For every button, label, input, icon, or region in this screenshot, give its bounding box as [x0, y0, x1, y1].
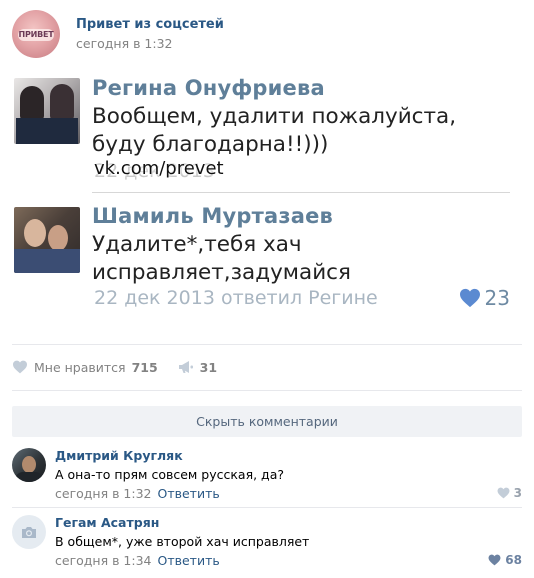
group-avatar-logo-text: ПРИВЕТ: [18, 30, 54, 39]
divider: [12, 507, 522, 508]
group-name[interactable]: Привет из соцсетей: [76, 17, 224, 32]
screenshot-like: 23: [459, 286, 510, 310]
comment-meta: сегодня в 1:34 Ответить: [55, 553, 220, 568]
screenshot-text-2: Удалите*,тебя хач исправляет,задумайся: [92, 232, 351, 285]
heart-icon: [497, 487, 510, 499]
camera-icon: [22, 526, 36, 538]
group-avatar[interactable]: ПРИВЕТ: [12, 10, 60, 58]
comment-text: В общем*, уже второй хач исправляет: [55, 534, 310, 549]
screenshot-meta-2: 22 дек 2013 ответил Регине: [94, 287, 378, 309]
comment-like-count: 3: [513, 486, 522, 500]
comment-author[interactable]: Гегам Асатрян: [55, 515, 159, 530]
screenshot-divider: [92, 192, 510, 193]
comment-like-button[interactable]: 3: [497, 486, 522, 500]
screenshot-author-2: Шамиль Муртазаев: [92, 204, 334, 228]
comment-date[interactable]: сегодня в 1:34: [55, 553, 152, 568]
post-actions: Мне нравится 715 31: [12, 356, 237, 378]
like-count: 715: [131, 359, 158, 375]
comment-avatar-regina: [14, 78, 80, 144]
comment-like-count: 68: [505, 553, 522, 567]
comment-like-button[interactable]: 68: [488, 553, 522, 567]
hide-comments-button[interactable]: Скрыть комментарии: [12, 406, 522, 437]
like-button[interactable]: Мне нравится 715: [12, 360, 158, 375]
share-button[interactable]: 31: [178, 360, 217, 375]
avatar[interactable]: [12, 515, 46, 549]
comment-avatar-shamil: [14, 207, 80, 273]
divider: [12, 344, 522, 345]
comment-meta: сегодня в 1:32 Ответить: [55, 486, 220, 501]
reply-link[interactable]: Ответить: [158, 486, 220, 501]
comment-author[interactable]: Дмитрий Кругляк: [55, 448, 183, 463]
comment-date[interactable]: сегодня в 1:32: [55, 486, 152, 501]
megaphone-icon: [178, 361, 193, 373]
avatar[interactable]: [12, 448, 46, 482]
heart-icon: [13, 360, 27, 374]
screenshot-text-1: Вообщем, удалити пожалуйста, буду благод…: [92, 104, 457, 157]
screenshot-like-count: 23: [484, 286, 510, 310]
post-time[interactable]: сегодня в 1:32: [76, 36, 173, 51]
reply-link[interactable]: Ответить: [158, 553, 220, 568]
screenshot-author-1: Регина Онуфриева: [92, 76, 325, 100]
share-count: 31: [199, 359, 218, 375]
like-label: Мне нравится: [34, 359, 126, 375]
comment-text: А она-то прям совсем русская, да?: [55, 467, 284, 482]
watermark: vk.com/prevet: [94, 158, 224, 179]
post-header: ПРИВЕТ Привет из соцсетей сегодня в 1:32: [12, 10, 522, 60]
post-image[interactable]: Регина Онуфриева Вообщем, удалити пожалу…: [12, 70, 522, 326]
heart-icon: [459, 288, 480, 308]
divider: [12, 390, 522, 391]
heart-icon: [488, 554, 501, 566]
